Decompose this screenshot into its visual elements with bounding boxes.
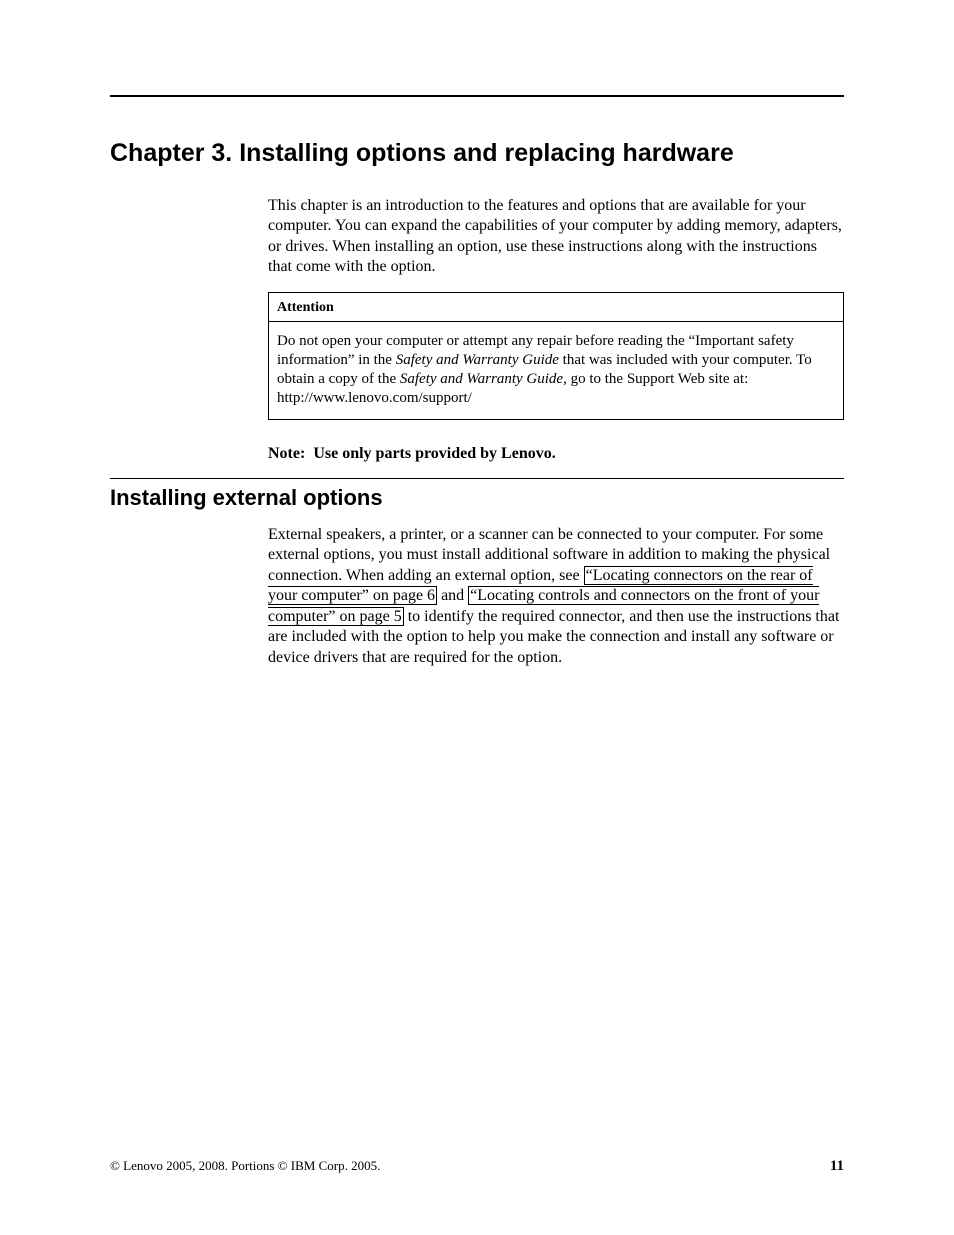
chapter-title: Chapter 3. Installing options and replac… [110, 139, 844, 168]
note-text: Use only parts provided by Lenovo. [313, 445, 555, 462]
section-body: External speakers, a printer, or a scann… [268, 525, 844, 668]
attention-body: Do not open your computer or attempt any… [277, 332, 835, 409]
page-number: 11 [830, 1158, 844, 1175]
copyright-text: © Lenovo 2005, 2008. Portions © IBM Corp… [110, 1158, 380, 1174]
section-horizontal-rule [110, 478, 844, 479]
guide-reference-2: Safety and Warranty Guide [400, 371, 563, 387]
note-label: Note: [268, 445, 305, 462]
top-horizontal-rule [110, 95, 844, 97]
section-para-mid: and [437, 587, 468, 604]
document-page: Chapter 3. Installing options and replac… [0, 0, 954, 1235]
page-footer: © Lenovo 2005, 2008. Portions © IBM Corp… [110, 1158, 844, 1175]
chapter-intro-block: This chapter is an introduction to the f… [268, 196, 844, 464]
guide-reference-1: Safety and Warranty Guide [396, 352, 559, 368]
intro-paragraph: This chapter is an introduction to the f… [268, 196, 844, 278]
attention-label: Attention [269, 299, 843, 322]
note-line: Note: Use only parts provided by Lenovo. [268, 444, 844, 464]
attention-box: Attention Do not open your computer or a… [268, 292, 844, 420]
section-title: Installing external options [110, 485, 844, 511]
